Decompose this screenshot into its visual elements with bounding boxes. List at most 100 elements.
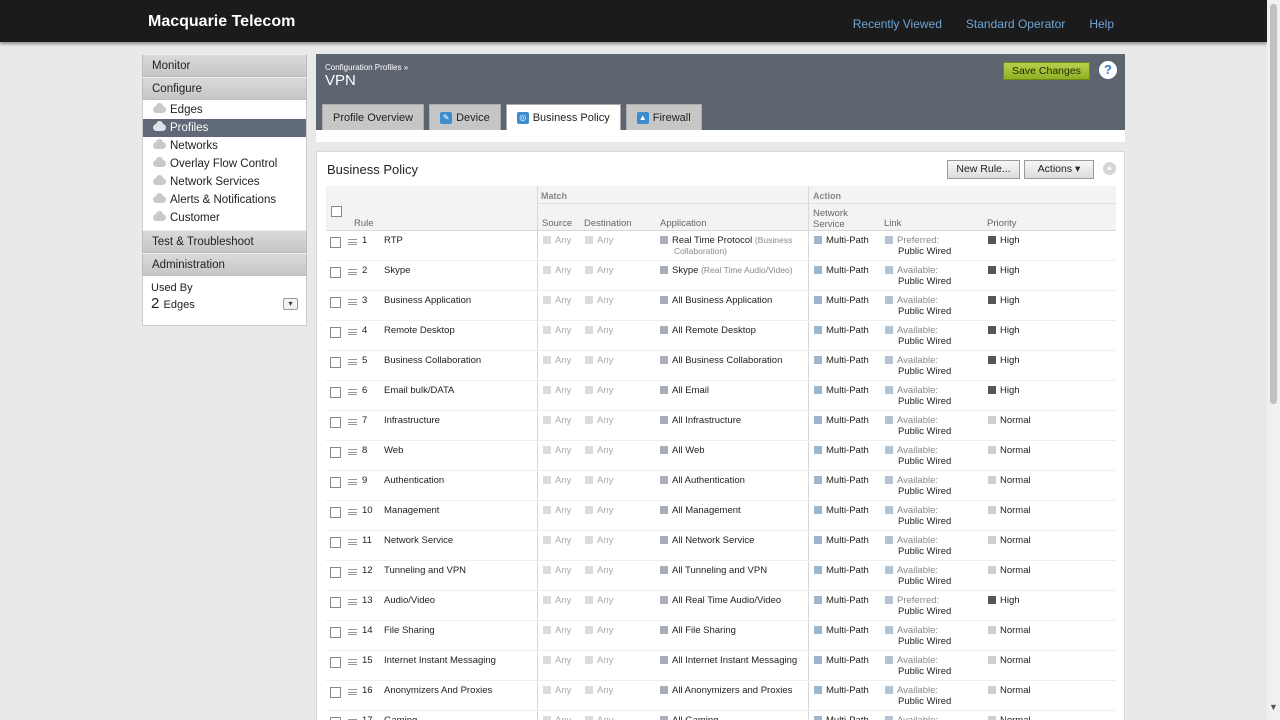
sidebar-item-overlay-flow-control[interactable]: Overlay Flow Control	[143, 155, 306, 173]
table-row[interactable]: 7 Infrastructure Any Any All Infrastruct…	[326, 411, 1116, 441]
sidebar-item-networks[interactable]: Networks	[143, 137, 306, 155]
rule-name[interactable]: Authentication	[384, 475, 444, 486]
row-checkbox[interactable]	[330, 447, 341, 458]
save-changes-button[interactable]: Save Changes	[1003, 62, 1090, 80]
drag-handle-icon[interactable]	[348, 359, 357, 365]
rule-name[interactable]: Network Service	[384, 535, 453, 546]
row-checkbox[interactable]	[330, 387, 341, 398]
destination-value: Any	[597, 565, 614, 576]
row-checkbox[interactable]	[330, 327, 341, 338]
table-row[interactable]: 6 Email bulk/DATA Any Any All Email Mult…	[326, 381, 1116, 411]
sidebar-item-edges[interactable]: Edges	[143, 101, 306, 119]
destination-value: Any	[597, 355, 614, 366]
row-checkbox[interactable]	[330, 627, 341, 638]
rule-name[interactable]: Remote Desktop	[384, 325, 455, 336]
drag-handle-icon[interactable]	[348, 689, 357, 695]
rule-name[interactable]: Email bulk/DATA	[384, 385, 454, 396]
drag-handle-icon[interactable]	[348, 629, 357, 635]
breadcrumb[interactable]: Configuration Profiles »	[325, 63, 408, 72]
drag-handle-icon[interactable]	[348, 239, 357, 245]
drag-handle-icon[interactable]	[348, 329, 357, 335]
row-checkbox[interactable]	[330, 537, 341, 548]
drag-handle-icon[interactable]	[348, 479, 357, 485]
row-checkbox[interactable]	[330, 267, 341, 278]
tab-device[interactable]: ✎ Device	[429, 104, 501, 130]
row-checkbox[interactable]	[330, 297, 341, 308]
drag-handle-icon[interactable]	[348, 569, 357, 575]
row-checkbox[interactable]	[330, 477, 341, 488]
table-row[interactable]: 9 Authentication Any Any All Authenticat…	[326, 471, 1116, 501]
rule-name[interactable]: Web	[384, 445, 403, 456]
table-row[interactable]: 12 Tunneling and VPN Any Any All Tunneli…	[326, 561, 1116, 591]
tab-firewall[interactable]: ▲ Firewall	[625, 104, 702, 130]
rule-name[interactable]: Business Collaboration	[384, 355, 481, 366]
rule-name[interactable]: Gaming	[384, 715, 417, 720]
drag-handle-icon[interactable]	[348, 449, 357, 455]
drag-handle-icon[interactable]	[348, 419, 357, 425]
rule-name[interactable]: Management	[384, 505, 439, 516]
sidebar-section-administration[interactable]: Administration	[142, 253, 307, 276]
select-all-checkbox[interactable]	[331, 206, 342, 217]
nav-recently-viewed[interactable]: Recently Viewed	[853, 17, 942, 31]
sidebar-section-monitor[interactable]: Monitor	[142, 54, 307, 77]
rule-name[interactable]: RTP	[384, 235, 403, 246]
rule-number: 16	[362, 685, 373, 696]
sidebar-section-configure[interactable]: Configure	[142, 77, 307, 100]
sidebar-item-customer[interactable]: Customer	[143, 209, 306, 227]
table-row[interactable]: 16 Anonymizers And Proxies Any Any All A…	[326, 681, 1116, 711]
table-row[interactable]: 8 Web Any Any All Web Multi-Path Availab…	[326, 441, 1116, 471]
table-row[interactable]: 1 RTP Any Any Real Time Protocol (Busine…	[326, 231, 1116, 261]
table-row[interactable]: 13 Audio/Video Any Any All Real Time Aud…	[326, 591, 1116, 621]
drag-handle-icon[interactable]	[348, 539, 357, 545]
nav-help[interactable]: Help	[1089, 17, 1114, 31]
drag-handle-icon[interactable]	[348, 299, 357, 305]
rule-name[interactable]: Audio/Video	[384, 595, 435, 606]
table-row[interactable]: 5 Business Collaboration Any Any All Bus…	[326, 351, 1116, 381]
row-checkbox[interactable]	[330, 357, 341, 368]
rule-name[interactable]: Infrastructure	[384, 415, 440, 426]
rule-destination: Any	[585, 565, 613, 576]
table-row[interactable]: 11 Network Service Any Any All Network S…	[326, 531, 1116, 561]
drag-handle-icon[interactable]	[348, 509, 357, 515]
rule-name[interactable]: Anonymizers And Proxies	[384, 685, 492, 696]
table-row[interactable]: 17 Gaming Any Any All Gaming Multi-Path …	[326, 711, 1116, 720]
tab-business-policy[interactable]: ◎ Business Policy	[505, 104, 621, 131]
tab-profile-overview[interactable]: Profile Overview	[322, 104, 425, 130]
nav-standard-operator[interactable]: Standard Operator	[966, 17, 1065, 31]
row-checkbox[interactable]	[330, 237, 341, 248]
sidebar-item-profiles[interactable]: Profiles	[143, 119, 306, 137]
table-row[interactable]: 10 Management Any Any All Management Mul…	[326, 501, 1116, 531]
chevron-up-icon[interactable]: ▲	[1103, 162, 1116, 175]
rule-name[interactable]: Skype	[384, 265, 410, 276]
table-row[interactable]: 4 Remote Desktop Any Any All Remote Desk…	[326, 321, 1116, 351]
chevron-down-icon[interactable]: ▾	[283, 298, 298, 310]
table-row[interactable]: 2 Skype Any Any Skype (Real Time Audio/V…	[326, 261, 1116, 291]
row-checkbox[interactable]	[330, 687, 341, 698]
table-row[interactable]: 3 Business Application Any Any All Busin…	[326, 291, 1116, 321]
question-icon[interactable]: ?	[1099, 61, 1117, 79]
row-checkbox[interactable]	[330, 657, 341, 668]
row-checkbox[interactable]	[330, 567, 341, 578]
rule-name[interactable]: Tunneling and VPN	[384, 565, 466, 576]
new-rule-button[interactable]: New Rule...	[947, 160, 1020, 179]
table-row[interactable]: 15 Internet Instant Messaging Any Any Al…	[326, 651, 1116, 681]
row-checkbox[interactable]	[330, 507, 341, 518]
row-checkbox[interactable]	[330, 597, 341, 608]
any-swatch	[585, 356, 593, 364]
row-checkbox[interactable]	[330, 417, 341, 428]
drag-handle-icon[interactable]	[348, 659, 357, 665]
page-scrollbar[interactable]: ▼	[1267, 0, 1280, 720]
chevron-down-icon[interactable]: ▼	[1269, 702, 1278, 712]
rule-name[interactable]: Business Application	[384, 295, 471, 306]
sidebar-section-test-troubleshoot[interactable]: Test & Troubleshoot	[142, 230, 307, 253]
drag-handle-icon[interactable]	[348, 389, 357, 395]
actions-dropdown[interactable]: Actions ▾	[1024, 160, 1094, 179]
rule-name[interactable]: File Sharing	[384, 625, 435, 636]
table-row[interactable]: 14 File Sharing Any Any All File Sharing…	[326, 621, 1116, 651]
sidebar-item-network-services[interactable]: Network Services	[143, 173, 306, 191]
sidebar-item-alerts-notifications[interactable]: Alerts & Notifications	[143, 191, 306, 209]
drag-handle-icon[interactable]	[348, 269, 357, 275]
rule-name[interactable]: Internet Instant Messaging	[384, 655, 496, 666]
drag-handle-icon[interactable]	[348, 599, 357, 605]
scroll-thumb[interactable]	[1270, 4, 1277, 404]
